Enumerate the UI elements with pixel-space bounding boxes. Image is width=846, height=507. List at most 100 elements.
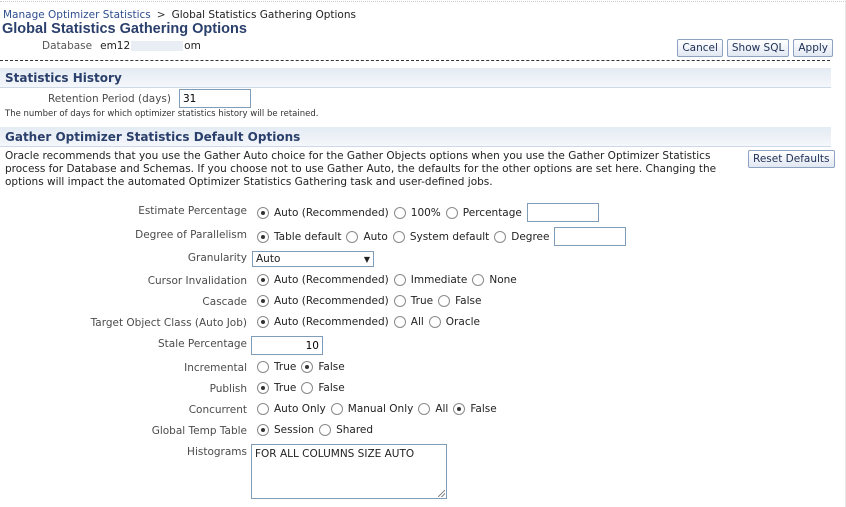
incremental-true-label: True xyxy=(274,361,297,373)
concurrent-label: Concurrent xyxy=(188,404,247,416)
target-auto-radio[interactable] xyxy=(257,316,269,328)
dop-degree-radio[interactable] xyxy=(494,230,507,243)
dop-auto-label: Auto xyxy=(363,230,388,243)
breadcrumb-separator: > xyxy=(156,9,166,21)
dop-auto-radio[interactable] xyxy=(346,230,359,243)
histograms-label: Histograms xyxy=(187,446,247,458)
database-value-prefix: em12 xyxy=(100,40,131,52)
granularity-label: Granularity xyxy=(187,252,247,264)
histograms-value: FOR ALL COLUMNS SIZE AUTO xyxy=(255,448,415,460)
cascade-false-radio[interactable] xyxy=(438,295,451,307)
publish-false-label: False xyxy=(318,382,345,394)
cascade-label: Cascade xyxy=(202,296,247,308)
gtt-session-label: Session xyxy=(274,424,315,436)
concurrent-options: Auto Only Manual Only All False xyxy=(257,403,502,415)
cancel-button[interactable]: Cancel xyxy=(677,39,723,57)
section-header-statistics-history: Statistics History xyxy=(0,68,831,88)
reset-defaults-button[interactable]: Reset Defaults xyxy=(748,150,835,168)
retention-help-text: The number of days for which optimizer s… xyxy=(5,109,319,119)
cursor-immediate-radio[interactable] xyxy=(393,274,406,286)
retention-period-input[interactable] xyxy=(179,89,251,108)
dop-system-default-radio[interactable] xyxy=(392,230,405,243)
incremental-false-label: False xyxy=(318,361,345,373)
redacted-region xyxy=(131,41,184,51)
concurrent-manual-only-radio[interactable] xyxy=(330,403,343,415)
resize-grip-icon[interactable] xyxy=(438,490,445,497)
gtt-shared-label: Shared xyxy=(336,424,374,436)
estimate-percentage-label: Estimate Percentage xyxy=(138,205,247,217)
dop-table-default-label: Table default xyxy=(274,230,342,243)
cascade-false-label: False xyxy=(455,295,482,307)
database-info: Database em12 om xyxy=(42,40,201,52)
concurrent-all-label: All xyxy=(435,403,449,415)
cascade-options: Auto (Recommended) True False xyxy=(257,295,486,307)
stale-percentage-input[interactable] xyxy=(251,336,323,355)
gtt-shared-radio[interactable] xyxy=(319,424,332,436)
cursor-none-radio[interactable] xyxy=(472,274,485,286)
target-auto-label: Auto (Recommended) xyxy=(274,316,389,328)
cursor-auto-radio[interactable] xyxy=(257,274,269,286)
chevron-down-icon: ▼ xyxy=(363,254,370,264)
apply-button[interactable]: Apply xyxy=(793,39,833,57)
target-oracle-radio[interactable] xyxy=(428,316,441,328)
gather-description: Oracle recommends that you use the Gathe… xyxy=(5,150,717,188)
section-header-gather-defaults: Gather Optimizer Statistics Default Opti… xyxy=(0,127,831,147)
concurrent-auto-only-label: Auto Only xyxy=(274,403,326,415)
concurrent-all-radio[interactable] xyxy=(418,403,431,415)
cascade-auto-radio[interactable] xyxy=(257,295,269,307)
publish-label: Publish xyxy=(209,383,247,395)
cursor-invalidation-options: Auto (Recommended) Immediate None xyxy=(257,274,522,286)
target-oracle-label: Oracle xyxy=(445,316,480,328)
incremental-options: True False xyxy=(257,361,350,373)
breadcrumb-current: Global Statistics Gathering Options xyxy=(171,9,356,21)
stale-percentage-label: Stale Percentage xyxy=(158,338,247,350)
header-divider xyxy=(0,60,830,61)
target-all-radio[interactable] xyxy=(393,316,406,328)
page-title: Global Statistics Gathering Options xyxy=(2,21,247,37)
gtt-session-radio[interactable] xyxy=(257,424,269,436)
cascade-auto-label: Auto (Recommended) xyxy=(274,295,389,307)
estimate-percentage-radio[interactable] xyxy=(445,206,458,219)
cursor-invalidation-label: Cursor Invalidation xyxy=(147,275,247,287)
global-temp-table-options: Session Shared xyxy=(257,424,378,436)
publish-options: True False xyxy=(257,382,350,394)
estimate-percentage-input[interactable] xyxy=(526,203,599,222)
publish-true-radio[interactable] xyxy=(257,382,269,394)
top-divider xyxy=(0,1,846,2)
estimate-100-radio[interactable] xyxy=(393,206,406,219)
degree-of-parallelism-options: Table default Auto System default Degree xyxy=(257,227,627,246)
show-sql-button[interactable]: Show SQL xyxy=(726,39,790,57)
concurrent-auto-only-radio[interactable] xyxy=(257,403,269,415)
concurrent-manual-only-label: Manual Only xyxy=(347,403,414,415)
database-value-suffix: om xyxy=(184,40,201,52)
dop-table-default-radio[interactable] xyxy=(257,230,269,243)
target-object-class-options: Auto (Recommended) All Oracle xyxy=(257,316,485,328)
granularity-control: Auto ▼ xyxy=(252,251,374,267)
dop-degree-label: Degree xyxy=(511,230,550,243)
estimate-auto-radio[interactable] xyxy=(257,206,269,219)
global-temp-table-label: Global Temp Table xyxy=(151,425,247,437)
estimate-percentage-option-label: Percentage xyxy=(462,206,522,219)
target-all-label: All xyxy=(410,316,424,328)
publish-false-radio[interactable] xyxy=(301,382,314,394)
breadcrumb-link-manage-optimizer-statistics[interactable]: Manage Optimizer Statistics xyxy=(3,9,151,21)
granularity-selected-value: Auto xyxy=(256,253,281,265)
histograms-textarea[interactable]: FOR ALL COLUMNS SIZE AUTO xyxy=(251,444,447,499)
dop-system-default-label: System default xyxy=(409,230,490,243)
granularity-select[interactable]: Auto ▼ xyxy=(252,251,374,267)
degree-of-parallelism-label: Degree of Parallelism xyxy=(135,229,247,241)
cursor-none-label: None xyxy=(489,274,517,286)
publish-true-label: True xyxy=(274,382,297,394)
cursor-immediate-label: Immediate xyxy=(410,274,468,286)
cursor-auto-label: Auto (Recommended) xyxy=(274,274,389,286)
target-object-class-label: Target Object Class (Auto Job) xyxy=(90,317,247,329)
incremental-false-radio[interactable] xyxy=(301,361,314,373)
retention-period-label: Retention Period (days) xyxy=(47,93,171,105)
incremental-true-radio[interactable] xyxy=(257,361,269,373)
incremental-label: Incremental xyxy=(184,362,247,374)
estimate-100-label: 100% xyxy=(410,206,441,219)
concurrent-false-radio[interactable] xyxy=(453,403,466,415)
cascade-true-radio[interactable] xyxy=(393,295,406,307)
database-label: Database xyxy=(42,40,93,52)
dop-degree-input[interactable] xyxy=(554,227,627,246)
